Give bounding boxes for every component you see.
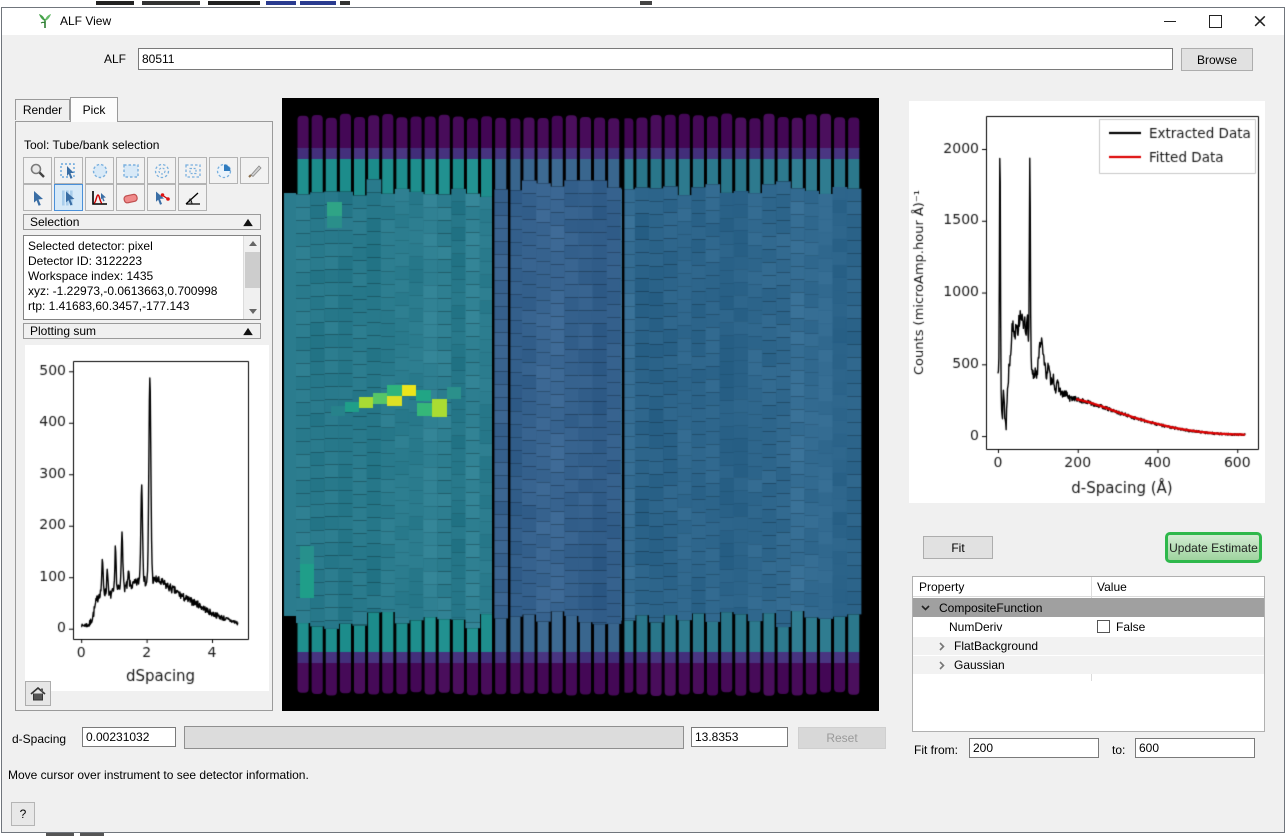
title-bar[interactable]: ALF View × [2, 8, 1284, 35]
rectangle-icon [121, 162, 141, 180]
alf-view-window: ALF View × ALF Browse Render Pick Tool: … [1, 7, 1285, 833]
selection-info-line: Selected detector: pixel [28, 239, 256, 254]
select-peak-tool[interactable] [147, 184, 176, 211]
select-tube-tool[interactable] [54, 184, 83, 211]
dspacing-label: d-Spacing [12, 732, 66, 746]
table-row-gaussian[interactable]: Gaussian [913, 655, 1264, 674]
fit-plot [909, 101, 1265, 503]
help-button[interactable]: ? [11, 802, 35, 826]
table-row-numderiv[interactable]: NumDeriv False [913, 617, 1264, 636]
pick-toolbar-row1 [23, 157, 269, 184]
tab-render[interactable]: Render [15, 99, 70, 120]
to-label: to: [1112, 743, 1125, 757]
zoom-tool[interactable] [23, 157, 52, 184]
selection-header-label: Selection [30, 215, 79, 229]
select-pixel-tool[interactable] [23, 184, 52, 211]
selection-header[interactable]: Selection [23, 214, 261, 230]
gaussian-label: Gaussian [954, 658, 1005, 672]
zoom-icon [28, 162, 48, 180]
draw-ring-ellipse-tool[interactable] [147, 157, 176, 184]
dspacing-slider[interactable] [184, 726, 684, 749]
draw-ring-rectangle-tool[interactable] [178, 157, 207, 184]
status-text: Move cursor over instrument to see detec… [8, 768, 309, 782]
dspacing-min-input[interactable] [82, 727, 176, 747]
flatbackground-label: FlatBackground [954, 639, 1038, 653]
reset-button[interactable]: Reset [798, 727, 886, 749]
table-header-row: Property Value [913, 577, 1264, 597]
numderiv-value: False [1116, 620, 1145, 634]
fit-to-input[interactable] [1135, 738, 1255, 758]
instrument-view[interactable] [282, 98, 879, 711]
table-row-compositefunction[interactable]: CompositeFunction [913, 598, 1264, 617]
selection-info-line: xyz: -1.22973,-0.0613663,0.700998 [28, 284, 256, 299]
update-estimate-label: Update Estimate [1169, 541, 1258, 555]
maximize-button[interactable] [1199, 9, 1231, 33]
desktop-peek [0, 0, 1286, 7]
edit-shape-tool[interactable] [54, 157, 83, 184]
fit-from-input[interactable] [969, 738, 1099, 758]
ring-ellipse-icon [152, 162, 172, 180]
close-button[interactable]: × [1244, 9, 1276, 33]
collapse-selection-icon[interactable] [243, 218, 253, 225]
add-peak-tool[interactable] [85, 184, 114, 211]
select-peak-icon [152, 189, 172, 207]
pencil-icon [245, 162, 265, 180]
draw-free-tool[interactable] [240, 157, 269, 184]
collapse-plotting-icon[interactable] [243, 327, 253, 334]
chevron-right-icon[interactable] [937, 661, 946, 670]
scroll-thumb[interactable] [245, 252, 260, 288]
selection-info-line: Detector ID: 3122223 [28, 254, 256, 269]
dspacing-max-input[interactable] [691, 727, 788, 747]
sector-icon [214, 162, 234, 180]
angle-icon: θ [183, 189, 203, 207]
scrollbar[interactable] [243, 236, 260, 319]
app-icon [36, 12, 54, 30]
draw-ellipse-tool[interactable] [85, 157, 114, 184]
erase-peak-tool[interactable] [116, 184, 145, 211]
value-header: Value [1097, 580, 1127, 594]
sum-plot [25, 345, 269, 691]
run-label: ALF [104, 52, 126, 66]
browse-button[interactable]: Browse [1181, 48, 1253, 71]
fit-button[interactable]: Fit [923, 536, 993, 559]
selection-info-box[interactable]: Selected detector: pixel Detector ID: 31… [23, 235, 261, 320]
selection-info-line: rtp: 1.41683,60.3457,-177.143 [28, 299, 256, 314]
pick-toolbar-row2: θ [23, 184, 207, 211]
ring-rectangle-icon [183, 162, 203, 180]
edit-shape-icon [59, 162, 79, 180]
minimize-button[interactable] [1154, 9, 1186, 33]
chevron-right-icon[interactable] [937, 642, 946, 651]
chevron-down-icon[interactable] [921, 603, 930, 612]
draw-sector-tool[interactable] [209, 157, 238, 184]
pick-panel: Tool: Tube/bank selection [15, 121, 273, 711]
property-header: Property [919, 580, 964, 594]
fit-from-label: Fit from: [914, 743, 958, 757]
numderiv-checkbox[interactable] [1097, 620, 1110, 633]
plotting-header-label: Plotting sum [30, 324, 96, 338]
plot-home-button[interactable] [25, 681, 51, 706]
cursor-icon [28, 189, 48, 207]
numderiv-label: NumDeriv [949, 620, 1002, 634]
scroll-down-icon[interactable] [244, 304, 261, 319]
measure-angle-tool[interactable]: θ [178, 184, 207, 211]
home-icon [30, 687, 46, 701]
plotting-header[interactable]: Plotting sum [23, 323, 261, 339]
add-peak-icon [90, 189, 110, 207]
run-number-input[interactable] [138, 48, 1173, 70]
screen: { "window": { "title": "ALF View" }, "ru… [0, 0, 1286, 836]
ellipse-icon [90, 162, 110, 180]
tab-pick[interactable]: Pick [70, 97, 118, 122]
tool-label: Tool: Tube/bank selection [24, 138, 159, 152]
window-title: ALF View [60, 14, 111, 28]
update-estimate-button[interactable]: Update Estimate [1165, 532, 1262, 563]
fit-property-table: Property Value CompositeFunction NumDeri… [912, 576, 1265, 732]
scroll-up-icon[interactable] [244, 236, 261, 251]
tube-cursor-icon [59, 189, 79, 207]
draw-rectangle-tool[interactable] [116, 157, 145, 184]
composite-function-label: CompositeFunction [939, 601, 1042, 615]
table-row-flatbackground[interactable]: FlatBackground [913, 636, 1264, 655]
eraser-icon [121, 189, 141, 207]
selection-info-line: Workspace index: 1435 [28, 269, 256, 284]
